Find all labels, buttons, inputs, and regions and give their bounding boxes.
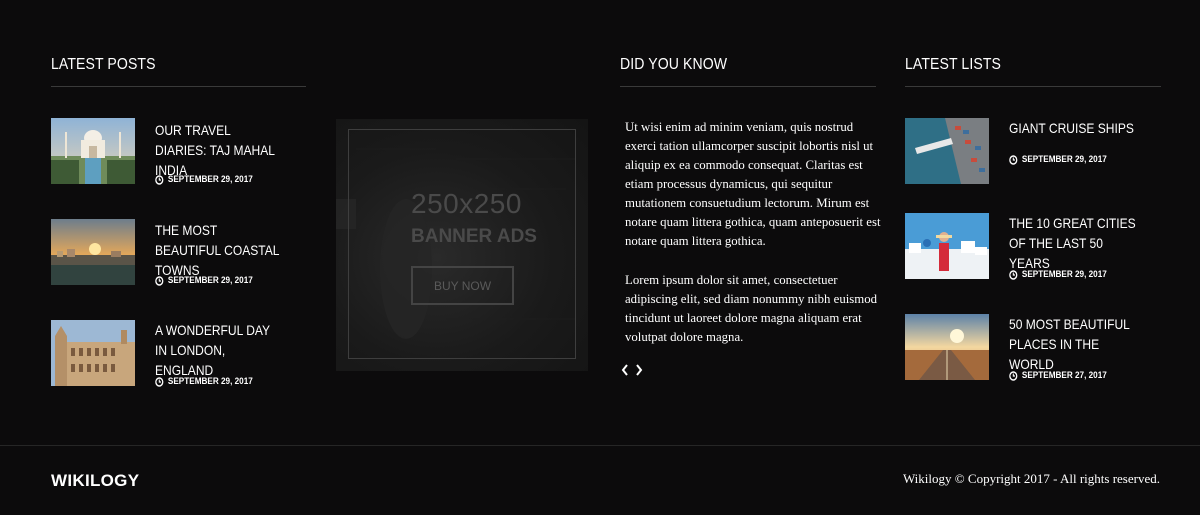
copyright-text: Wikilogy © Copyright 2017 - All rights r… [902,471,1160,486]
latest-posts-divider [51,86,306,87]
list-date: SEPTEMBER 29, 2017 [1009,154,1107,165]
list-date-text: SEPTEMBER 29, 2017 [1021,269,1107,280]
post-date: SEPTEMBER 29, 2017 [155,174,253,185]
list-title[interactable]: 50 MOST BEAUTIFUL PLACES IN THE WORLD [1009,314,1138,374]
list-date: SEPTEMBER 27, 2017 [1009,370,1107,381]
clock-icon [155,376,164,387]
list-date: SEPTEMBER 29, 2017 [1009,269,1107,280]
list-thumbnail-great-cities[interactable] [905,213,989,279]
post-thumbnail-london[interactable] [51,320,135,386]
banner-frame: 250x250 BANNER ADS BUY NOW [348,129,576,359]
post-thumbnail-coastal-town[interactable] [51,219,135,285]
latest-lists-heading: LATEST LISTS [905,56,1002,73]
did-you-know-divider [620,86,876,87]
clock-icon [155,174,164,185]
post-date: SEPTEMBER 29, 2017 [155,376,253,387]
footer-divider [0,445,1200,446]
post-date: SEPTEMBER 29, 2017 [155,275,253,286]
post-title[interactable]: A WONDERFUL DAY IN LONDON, ENGLAND [155,320,284,380]
post-thumbnail-taj-mahal[interactable] [51,118,135,184]
latest-lists-divider [905,86,1161,87]
did-you-know-paragraph: Ut wisi enim ad minim veniam, quis nostr… [625,120,881,248]
footer-widgets-area: LATEST POSTS OUR TRAVEL DIARIES: TAJ MAH… [0,0,1200,515]
list-title[interactable]: THE 10 GREAT CITIES OF THE LAST 50 YEARS [1009,213,1138,273]
site-logo[interactable]: WIKILOGY [51,471,139,491]
list-thumbnail-beautiful-places[interactable] [905,314,989,380]
clock-icon [155,275,164,286]
list-date-text: SEPTEMBER 27, 2017 [1021,370,1107,381]
buy-now-button[interactable]: BUY NOW [411,266,514,305]
slider-navigation [620,362,644,378]
clock-icon [1009,370,1018,381]
list-title[interactable]: GIANT CRUISE SHIPS [1009,118,1138,138]
banner-label: BANNER ADS [411,226,537,247]
latest-posts-heading: LATEST POSTS [51,56,156,73]
chevron-right-icon[interactable] [634,362,644,378]
banner-size-text: 250x250 [411,188,522,219]
list-thumbnail-cruise-ships[interactable] [905,118,989,184]
post-title[interactable]: THE MOST BEAUTIFUL COASTAL TOWNS [155,220,284,280]
chevron-left-icon[interactable] [620,362,630,378]
post-title[interactable]: OUR TRAVEL DIARIES: TAJ MAHAL INDIA [155,120,284,180]
did-you-know-heading: DID YOU KNOW [620,56,728,73]
did-you-know-paragraph: Lorem ipsum dolor sit amet, consectetuer… [625,273,878,344]
post-date-text: SEPTEMBER 29, 2017 [167,376,253,387]
post-date-text: SEPTEMBER 29, 2017 [167,275,253,286]
list-date-text: SEPTEMBER 29, 2017 [1021,154,1107,165]
clock-icon [1009,269,1018,280]
banner-ad[interactable]: 250x250 BANNER ADS BUY NOW [336,119,588,371]
post-date-text: SEPTEMBER 29, 2017 [167,174,253,185]
clock-icon [1009,154,1018,165]
